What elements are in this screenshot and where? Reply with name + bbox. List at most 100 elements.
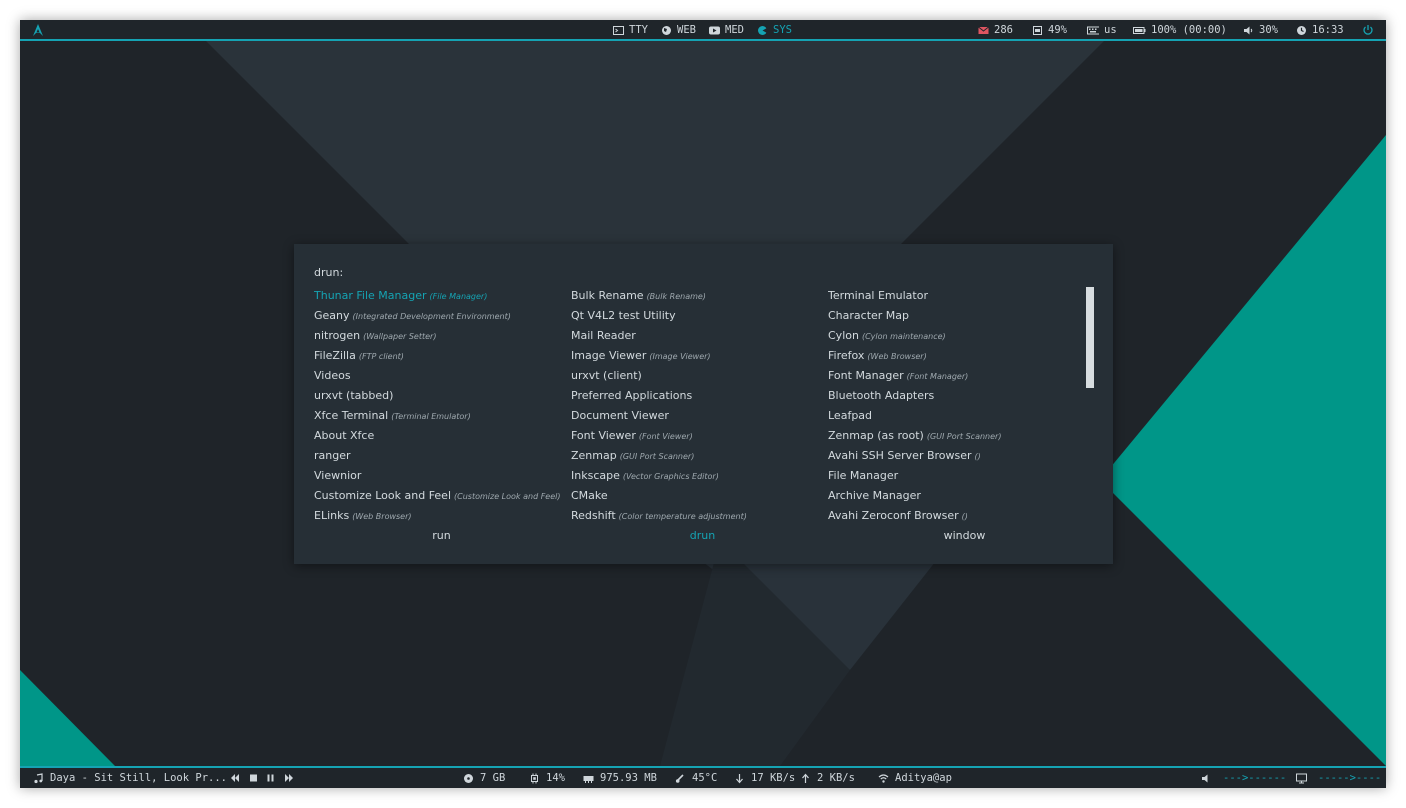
launcher-entry[interactable]: Qt V4L2 test Utility bbox=[571, 306, 828, 326]
disk-indicator[interactable]: 7 GB bbox=[463, 771, 505, 785]
launcher-entry[interactable]: Avahi SSH Server Browser() bbox=[828, 446, 1085, 466]
launcher-prompt[interactable]: drun: bbox=[314, 265, 343, 281]
workspace-sys[interactable]: SYS bbox=[757, 23, 792, 37]
workspace-web-label: WEB bbox=[677, 24, 696, 36]
disk-icon bbox=[464, 773, 473, 783]
entry-generic-name: () bbox=[974, 452, 981, 461]
cpu-indicator[interactable]: 14% bbox=[529, 771, 565, 785]
battery-icon bbox=[1133, 26, 1146, 34]
brightness-slider[interactable]: ----->---- bbox=[1296, 771, 1381, 785]
music-title: Daya - Sit Still, Look Pr... bbox=[50, 772, 228, 784]
launcher-entry[interactable]: Preferred Applications bbox=[571, 386, 828, 406]
mail-indicator[interactable]: 286 bbox=[978, 23, 1013, 37]
entry-name: Font Manager bbox=[828, 369, 904, 382]
entry-generic-name: (Web Browser) bbox=[867, 352, 927, 361]
ram-indicator[interactable]: 975.93 MB bbox=[583, 771, 657, 785]
launcher-entry[interactable]: Xfce Terminal (Terminal Emulator) bbox=[314, 406, 571, 426]
entry-generic-name: (Terminal Emulator) bbox=[391, 412, 471, 421]
entry-generic-name: (Cylon maintenance) bbox=[861, 332, 946, 341]
mode-run[interactable]: run bbox=[313, 528, 570, 544]
entry-name: Zenmap bbox=[571, 449, 617, 462]
mode-drun[interactable]: drun bbox=[574, 528, 831, 544]
entry-generic-name: (Font Manager) bbox=[906, 372, 969, 381]
power-icon[interactable] bbox=[1362, 23, 1374, 37]
next-icon[interactable] bbox=[284, 773, 294, 783]
launcher-entry[interactable]: Zenmap (as root) (GUI Port Scanner) bbox=[828, 426, 1085, 446]
app-launcher: drun: Thunar File Manager (File Manager) G… bbox=[294, 244, 1113, 564]
launcher-entry[interactable]: Bluetooth Adapters bbox=[828, 386, 1085, 406]
launcher-entry[interactable]: Image Viewer (Image Viewer) bbox=[571, 346, 828, 366]
entry-name: nitrogen bbox=[314, 329, 361, 342]
launcher-entry[interactable]: FileZilla (FTP client) bbox=[314, 346, 571, 366]
launcher-entry[interactable]: Geany (Integrated Development Environment… bbox=[314, 306, 571, 326]
workspace-web[interactable]: WEB bbox=[661, 23, 696, 37]
launcher-entry[interactable]: CMake bbox=[571, 486, 828, 506]
memory-value: 49% bbox=[1048, 24, 1067, 36]
keyboard-indicator[interactable]: us bbox=[1086, 23, 1117, 37]
launcher-entry[interactable]: Font Manager (Font Manager) bbox=[828, 366, 1085, 386]
speaker-icon bbox=[1202, 774, 1208, 782]
launcher-entry[interactable]: Leafpad bbox=[828, 406, 1085, 426]
workspace-tty[interactable]: TTY bbox=[613, 23, 648, 37]
launcher-entry[interactable]: urxvt (client) bbox=[571, 366, 828, 386]
launcher-entry[interactable]: Customize Look and Feel (Customize Look a… bbox=[314, 486, 571, 506]
memory-indicator[interactable]: 49% bbox=[1032, 23, 1067, 37]
clock[interactable]: 16:33 bbox=[1296, 23, 1344, 37]
play-icon bbox=[709, 26, 720, 34]
entry-name: Terminal Emulator bbox=[828, 289, 928, 302]
entry-name: Xfce Terminal bbox=[314, 409, 389, 422]
upload-indicator[interactable]: 2 KB/s bbox=[800, 771, 855, 785]
entry-generic-name: (FTP client) bbox=[358, 352, 404, 361]
pause-icon[interactable] bbox=[266, 773, 275, 783]
launcher-entry[interactable]: Redshift (Color temperature adjustment) bbox=[571, 506, 828, 526]
entry-generic-name: (Color temperature adjustment) bbox=[618, 512, 747, 521]
battery-indicator[interactable]: 100% (00:00) bbox=[1133, 23, 1227, 37]
launcher-entry[interactable]: Firefox (Web Browser) bbox=[828, 346, 1085, 366]
arch-icon[interactable] bbox=[33, 24, 43, 36]
temperature-indicator[interactable]: 45°C bbox=[675, 771, 717, 785]
launcher-entry[interactable]: Bulk Rename (Bulk Rename) bbox=[571, 286, 828, 306]
entry-generic-name: (Image Viewer) bbox=[649, 352, 711, 361]
launcher-entry[interactable]: Font Viewer (Font Viewer) bbox=[571, 426, 828, 446]
launcher-entry[interactable]: Zenmap (GUI Port Scanner) bbox=[571, 446, 828, 466]
cpu-icon bbox=[531, 773, 538, 783]
network-indicator[interactable]: Aditya@ap bbox=[878, 771, 952, 785]
volume-slider[interactable]: --->------ bbox=[1201, 771, 1286, 785]
workspace-med[interactable]: MED bbox=[709, 23, 744, 37]
entry-name: Image Viewer bbox=[571, 349, 647, 362]
launcher-entry[interactable]: ELinks (Web Browser) bbox=[314, 506, 571, 526]
entry-name: Thunar File Manager bbox=[314, 289, 427, 302]
stop-icon[interactable] bbox=[249, 773, 258, 783]
volume-indicator[interactable]: 30% bbox=[1243, 23, 1278, 37]
launcher-entry[interactable]: Archive Manager bbox=[828, 486, 1085, 506]
launcher-entry[interactable]: Inkscape (Vector Graphics Editor) bbox=[571, 466, 828, 486]
download-indicator[interactable]: 17 KB/s bbox=[734, 771, 795, 785]
settings-icon bbox=[758, 25, 767, 35]
launcher-entry[interactable]: urxvt (tabbed) bbox=[314, 386, 571, 406]
launcher-entry[interactable]: File Manager bbox=[828, 466, 1085, 486]
launcher-entry[interactable]: Cylon (Cylon maintenance) bbox=[828, 326, 1085, 346]
launcher-entry[interactable]: Character Map bbox=[828, 306, 1085, 326]
launcher-entry[interactable]: Viewnior bbox=[314, 466, 571, 486]
launcher-entry[interactable]: Thunar File Manager (File Manager) bbox=[314, 286, 571, 306]
launcher-entry[interactable]: ranger bbox=[314, 446, 571, 466]
previous-icon[interactable] bbox=[230, 773, 240, 783]
launcher-entry[interactable]: About Xfce bbox=[314, 426, 571, 446]
entry-name: Geany bbox=[314, 309, 350, 322]
mode-window[interactable]: window bbox=[836, 528, 1093, 544]
launcher-entry[interactable]: nitrogen (Wallpaper Setter) bbox=[314, 326, 571, 346]
launcher-scrollbar[interactable] bbox=[1086, 287, 1094, 388]
entry-name: Customize Look and Feel bbox=[314, 489, 452, 502]
launcher-entry[interactable]: Avahi Zeroconf Browser() bbox=[828, 506, 1085, 526]
wifi-icon bbox=[878, 773, 889, 783]
launcher-entry[interactable]: Mail Reader bbox=[571, 326, 828, 346]
globe-icon bbox=[662, 25, 671, 35]
music-player[interactable]: Daya - Sit Still, Look Pr... bbox=[33, 771, 227, 785]
entry-generic-name: (Customize Look and Feel) bbox=[454, 492, 561, 501]
launcher-entry[interactable]: Videos bbox=[314, 366, 571, 386]
entry-name: Firefox bbox=[828, 349, 865, 362]
entry-name: Archive Manager bbox=[828, 489, 921, 502]
launcher-entry[interactable]: Document Viewer bbox=[571, 406, 828, 426]
launcher-entry[interactable]: Terminal Emulator bbox=[828, 286, 1085, 306]
arrow-up-icon bbox=[802, 773, 809, 783]
